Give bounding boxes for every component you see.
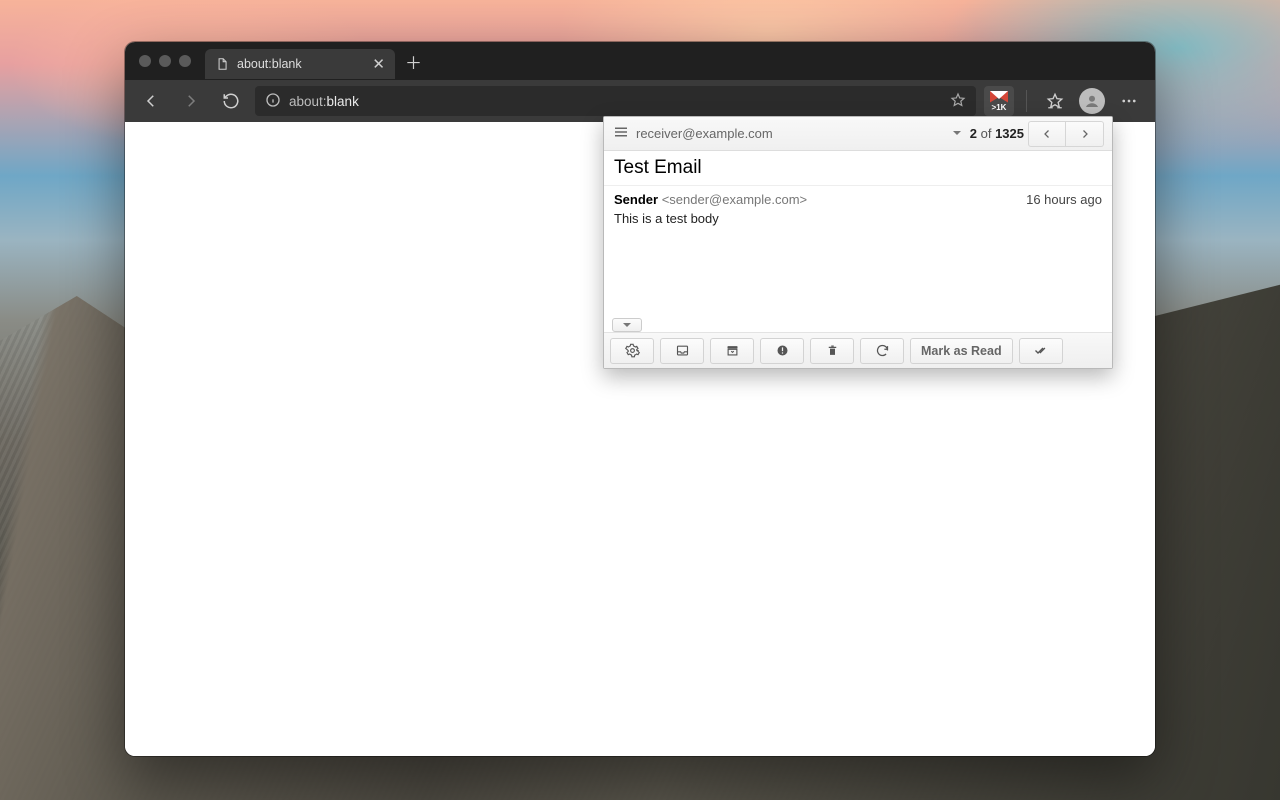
email-meta: Sender <sender@example.com> 16 hours ago <box>604 186 1112 209</box>
page-icon <box>215 57 229 71</box>
forward-button[interactable] <box>175 85 207 117</box>
delete-button[interactable] <box>810 338 854 364</box>
open-inbox-button[interactable] <box>660 338 704 364</box>
menu-icon[interactable] <box>612 123 630 144</box>
browser-tab[interactable]: about:blank ✕ <box>205 49 395 79</box>
email-subject: Test Email <box>604 151 1112 186</box>
window-minimize-button[interactable] <box>159 55 171 67</box>
refresh-button[interactable] <box>215 85 247 117</box>
url-host: blank <box>327 94 359 109</box>
email-sender: Sender <sender@example.com> <box>614 192 807 207</box>
toolbar-separator <box>1026 90 1027 112</box>
email-body: This is a test body <box>604 209 1112 318</box>
titlebar: about:blank ✕ ＋ <box>125 42 1155 80</box>
gmail-popup-header: receiver@example.com 2 of 1325 <box>604 117 1112 151</box>
spam-button[interactable] <box>760 338 804 364</box>
prev-message-button[interactable] <box>1028 121 1066 147</box>
url-scheme: about: <box>289 94 327 109</box>
browser-window: about:blank ✕ ＋ about:blank <box>125 42 1155 756</box>
email-time: 16 hours ago <box>1026 192 1102 207</box>
url-text: about:blank <box>289 94 359 109</box>
address-bar[interactable]: about:blank <box>255 86 976 116</box>
gmail-extension-button[interactable]: >1K <box>984 86 1014 116</box>
close-tab-icon[interactable]: ✕ <box>372 57 385 72</box>
window-close-button[interactable] <box>139 55 151 67</box>
account-email[interactable]: receiver@example.com <box>636 126 952 141</box>
bookmark-star-icon[interactable] <box>950 92 966 111</box>
mark-as-read-button[interactable]: Mark as Read <box>910 338 1013 364</box>
window-maximize-button[interactable] <box>179 55 191 67</box>
mark-all-read-button[interactable] <box>1019 338 1063 364</box>
tab-title: about:blank <box>237 57 302 71</box>
next-message-button[interactable] <box>1066 121 1104 147</box>
message-counter: 2 of 1325 <box>970 126 1024 141</box>
archive-button[interactable] <box>710 338 754 364</box>
gmail-popup: receiver@example.com 2 of 1325 Test Emai… <box>603 116 1113 369</box>
back-button[interactable] <box>135 85 167 117</box>
gmail-popup-toolbar: Mark as Read <box>604 332 1112 368</box>
window-controls <box>139 55 191 67</box>
expand-message-button[interactable] <box>612 318 642 332</box>
settings-button[interactable] <box>610 338 654 364</box>
profile-avatar[interactable] <box>1079 88 1105 114</box>
site-info-icon[interactable] <box>265 92 281 111</box>
refresh-mail-button[interactable] <box>860 338 904 364</box>
sender-name: Sender <box>614 192 658 207</box>
gmail-unread-badge: >1K <box>992 104 1007 112</box>
new-tab-button[interactable]: ＋ <box>405 49 422 74</box>
account-dropdown-icon[interactable] <box>952 126 962 141</box>
favorites-button[interactable] <box>1039 85 1071 117</box>
sender-address: <sender@example.com> <box>658 192 807 207</box>
more-menu-button[interactable] <box>1113 85 1145 117</box>
